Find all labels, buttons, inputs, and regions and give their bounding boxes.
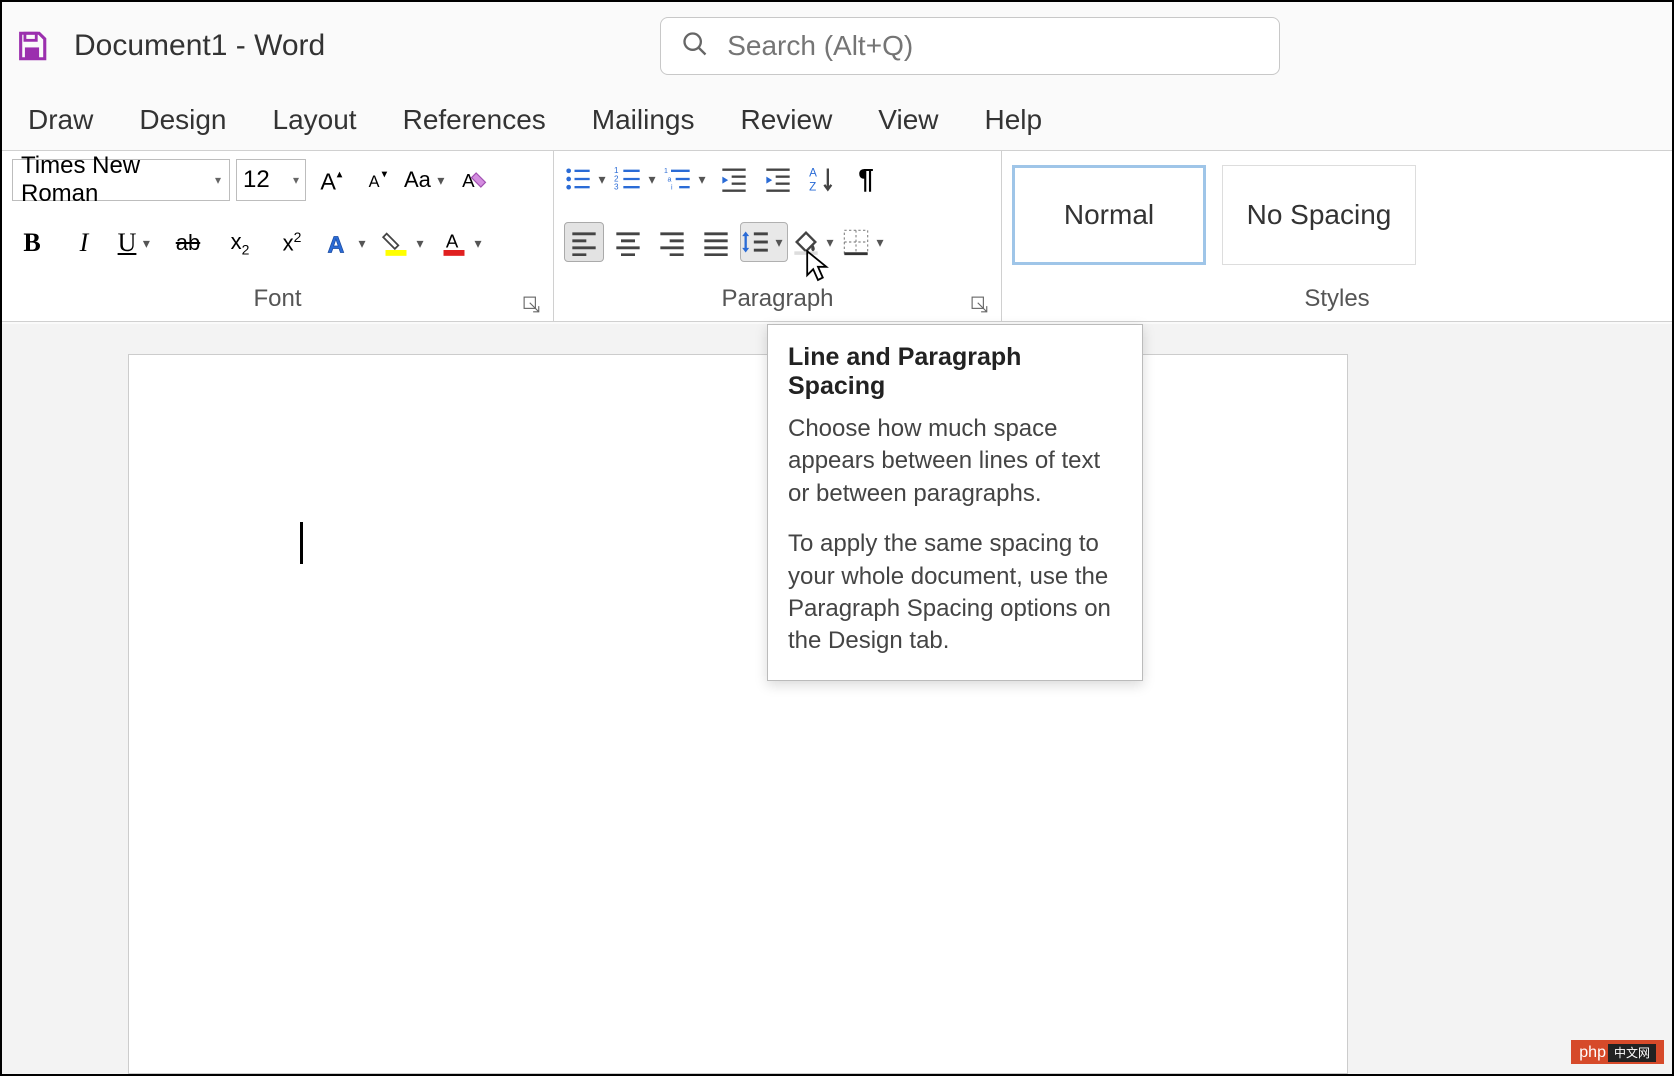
subscript-button[interactable]: x2	[220, 223, 260, 263]
tab-layout[interactable]: Layout	[269, 98, 361, 142]
tooltip-text-1: Choose how much space appears between li…	[788, 413, 1122, 510]
align-center-button[interactable]	[608, 222, 648, 262]
increase-indent-button[interactable]	[758, 159, 798, 199]
svg-text:i: i	[671, 185, 673, 192]
tab-help[interactable]: Help	[980, 98, 1046, 142]
search-icon	[681, 30, 727, 63]
font-name-combo[interactable]: Times New Roman ▾	[12, 159, 230, 201]
ribbon-tabs: Draw Design Layout References Mailings R…	[2, 90, 1672, 150]
mouse-cursor-icon	[806, 250, 830, 280]
group-label-paragraph: Paragraph	[564, 285, 991, 317]
save-icon[interactable]	[12, 26, 52, 66]
highlight-button[interactable]: ▾	[382, 223, 428, 263]
group-paragraph: ▾ 123▾ 1ai▾ AZ ¶	[554, 151, 1002, 321]
style-normal[interactable]: Normal	[1012, 165, 1206, 265]
document-page[interactable]	[128, 354, 1348, 1074]
tab-draw[interactable]: Draw	[24, 98, 97, 142]
group-label-styles: Styles	[1012, 285, 1662, 317]
style-no-spacing[interactable]: No Spacing	[1222, 165, 1416, 265]
svg-text:3: 3	[614, 183, 619, 192]
tab-review[interactable]: Review	[736, 98, 836, 142]
justify-button[interactable]	[696, 222, 736, 262]
document-title: Document1 - Word	[74, 29, 325, 63]
chevron-down-icon: ▾	[293, 173, 299, 187]
font-name-value: Times New Roman	[21, 152, 215, 208]
italic-button[interactable]: I	[64, 223, 104, 263]
clear-formatting-button[interactable]: A	[455, 160, 495, 200]
font-color-button[interactable]: A▾	[440, 223, 486, 263]
sort-button[interactable]: AZ	[802, 159, 842, 199]
svg-text:▾: ▾	[382, 168, 388, 181]
multilevel-list-button[interactable]: 1ai▾	[664, 159, 710, 199]
change-case-button[interactable]: Aa▾	[404, 160, 449, 200]
tab-view[interactable]: View	[874, 98, 942, 142]
show-hide-button[interactable]: ¶	[846, 159, 886, 199]
tab-design[interactable]: Design	[135, 98, 230, 142]
grow-font-button[interactable]: A▴	[312, 160, 352, 200]
font-size-value: 12	[243, 166, 270, 194]
font-size-combo[interactable]: 12 ▾	[236, 159, 306, 201]
search-box[interactable]	[660, 17, 1280, 75]
ribbon: Times New Roman ▾ 12 ▾ A▴ A▾ Aa▾ A B I	[2, 150, 1672, 322]
bold-button[interactable]: B	[12, 223, 52, 263]
svg-text:A: A	[328, 231, 345, 257]
tab-mailings[interactable]: Mailings	[588, 98, 699, 142]
svg-text:a: a	[668, 176, 672, 183]
watermark: php中文网	[1571, 1040, 1664, 1064]
decrease-indent-button[interactable]	[714, 159, 754, 199]
svg-text:A: A	[320, 168, 336, 194]
paragraph-dialog-launcher[interactable]	[971, 293, 989, 311]
underline-button[interactable]: U▾	[116, 223, 156, 263]
svg-text:▴: ▴	[337, 168, 343, 181]
svg-text:A: A	[809, 167, 817, 180]
svg-text:A: A	[446, 231, 459, 252]
align-left-button[interactable]	[564, 222, 604, 262]
line-spacing-button[interactable]: ▾	[740, 222, 788, 262]
tooltip-text-2: To apply the same spacing to your whole …	[788, 528, 1122, 658]
svg-text:A: A	[369, 173, 380, 191]
text-cursor	[300, 522, 303, 564]
strikethrough-button[interactable]: ab	[168, 223, 208, 263]
svg-text:Z: Z	[809, 181, 816, 193]
group-styles: Normal No Spacing Styles	[1002, 151, 1672, 321]
superscript-button[interactable]: x2	[272, 223, 312, 263]
text-effects-button[interactable]: A▾	[324, 223, 370, 263]
tab-references[interactable]: References	[399, 98, 550, 142]
svg-text:A: A	[462, 170, 475, 191]
group-label-font: Font	[12, 285, 543, 317]
align-right-button[interactable]	[652, 222, 692, 262]
group-font: Times New Roman ▾ 12 ▾ A▴ A▾ Aa▾ A B I	[2, 151, 554, 321]
font-dialog-launcher[interactable]	[523, 293, 541, 311]
svg-text:1: 1	[664, 168, 668, 175]
borders-button[interactable]: ▾	[842, 222, 888, 262]
bullets-button[interactable]: ▾	[564, 159, 610, 199]
title-bar: Document1 - Word	[2, 2, 1672, 90]
search-input[interactable]	[727, 30, 1259, 62]
tooltip-line-spacing: Line and Paragraph Spacing Choose how mu…	[767, 324, 1143, 681]
tooltip-title: Line and Paragraph Spacing	[788, 343, 1122, 401]
shrink-font-button[interactable]: A▾	[358, 160, 398, 200]
chevron-down-icon: ▾	[215, 173, 221, 187]
numbering-button[interactable]: 123▾	[614, 159, 660, 199]
